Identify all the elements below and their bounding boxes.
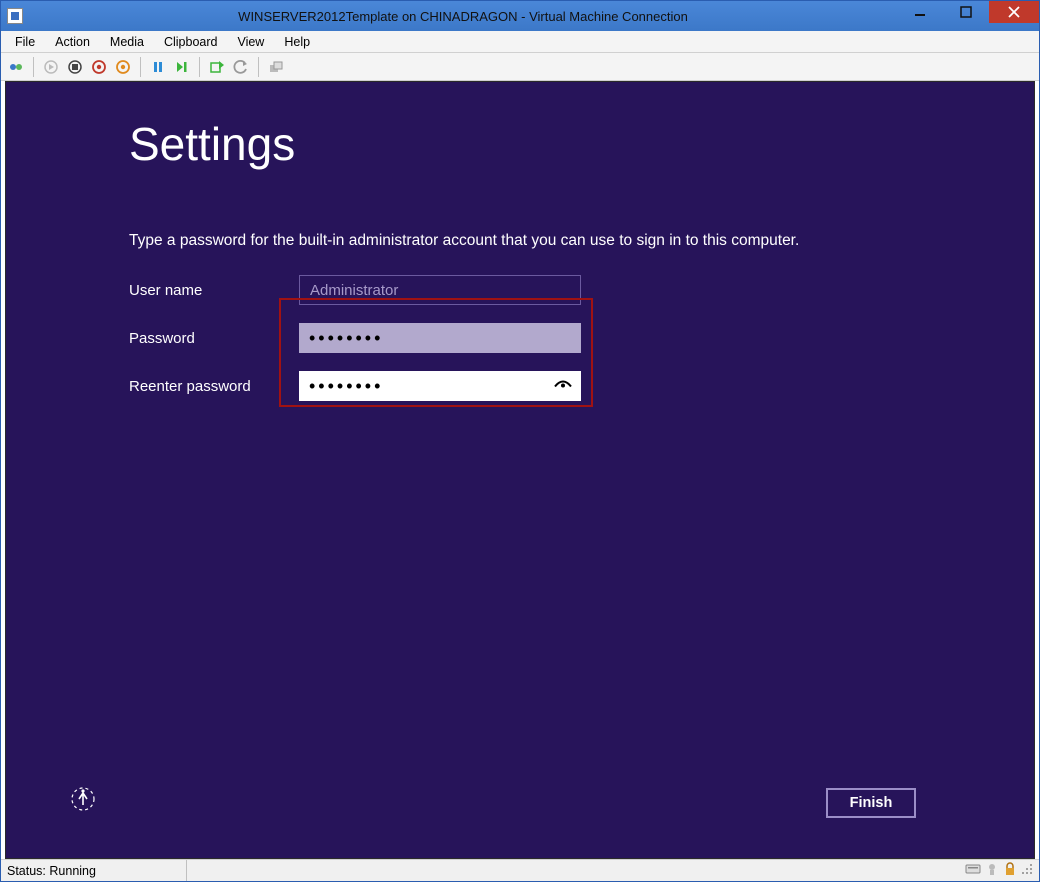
minimize-button[interactable] — [897, 1, 943, 23]
status-bar: Status: Running — [1, 859, 1039, 881]
checkpoint-button[interactable] — [206, 56, 228, 78]
share-button[interactable] — [265, 56, 287, 78]
toolbar-separator — [140, 57, 141, 77]
resize-grip-icon[interactable] — [1021, 863, 1033, 878]
close-button[interactable] — [989, 1, 1039, 23]
toolbar-separator — [258, 57, 259, 77]
page-title: Settings — [129, 117, 295, 171]
pause-button[interactable] — [147, 56, 169, 78]
vm-screen: Settings Type a password for the built-i… — [5, 81, 1035, 859]
turn-off-button[interactable] — [64, 56, 86, 78]
reveal-password-icon[interactable] — [553, 377, 573, 396]
start-button-disabled — [40, 56, 62, 78]
ctrl-alt-del-button[interactable] — [5, 56, 27, 78]
menu-action[interactable]: Action — [45, 33, 100, 51]
app-icon — [7, 8, 23, 24]
password-input[interactable] — [299, 323, 581, 353]
shutdown-button[interactable] — [88, 56, 110, 78]
reset-button[interactable] — [171, 56, 193, 78]
save-button[interactable] — [112, 56, 134, 78]
reenter-password-label: Reenter password — [129, 378, 299, 395]
menu-help[interactable]: Help — [274, 33, 320, 51]
password-label: Password — [129, 330, 299, 347]
lock-icon — [1003, 862, 1017, 879]
menu-file[interactable]: File — [5, 33, 45, 51]
window-titlebar: WINSERVER2012Template on CHINADRAGON - V… — [1, 1, 1039, 31]
menu-clipboard[interactable]: Clipboard — [154, 33, 228, 51]
revert-button[interactable] — [230, 56, 252, 78]
menu-bar: File Action Media Clipboard View Help — [1, 31, 1039, 53]
window-title: WINSERVER2012Template on CHINADRAGON - V… — [29, 9, 897, 24]
disk-activity-icon — [965, 862, 981, 879]
reenter-password-input[interactable] — [299, 371, 581, 401]
settings-form: User name Administrator Password Reenter… — [129, 266, 889, 410]
page-subtitle: Type a password for the built-in adminis… — [129, 232, 799, 250]
menu-media[interactable]: Media — [100, 33, 154, 51]
finish-button[interactable]: Finish — [826, 788, 916, 818]
toolbar — [1, 53, 1039, 81]
ease-of-access-icon[interactable] — [69, 785, 97, 818]
toolbar-separator — [199, 57, 200, 77]
username-field: Administrator — [299, 275, 581, 305]
toolbar-separator — [33, 57, 34, 77]
maximize-button[interactable] — [943, 1, 989, 23]
menu-view[interactable]: View — [227, 33, 274, 51]
network-icon — [985, 862, 999, 879]
status-text: Status: Running — [5, 860, 187, 881]
username-label: User name — [129, 282, 299, 299]
